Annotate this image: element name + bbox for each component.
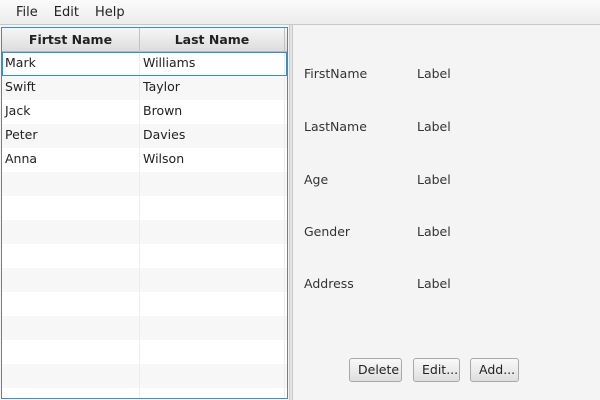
empty-row: [2, 268, 287, 292]
table-header: Firtst Name Last Name: [2, 28, 287, 52]
empty-row: [2, 340, 287, 364]
empty-row: [2, 364, 287, 388]
left-pane: Firtst Name Last Name Mark Williams Swif…: [0, 26, 289, 400]
cell-last-name: Taylor: [140, 76, 285, 100]
table-row[interactable]: Anna Wilson: [2, 148, 287, 172]
cell-first-name: Mark: [2, 52, 140, 76]
empty-row: [2, 196, 287, 220]
column-header-first-name[interactable]: Firtst Name: [2, 28, 140, 52]
split-pane: Firtst Name Last Name Mark Williams Swif…: [0, 25, 600, 400]
value-gender: Label: [417, 224, 451, 239]
cell-last-name: Wilson: [140, 148, 285, 172]
add-button[interactable]: Add...: [470, 358, 519, 382]
cell-first-name: Jack: [2, 100, 140, 124]
label-first-name: FirstName: [304, 66, 368, 81]
cell-first-name: Anna: [2, 148, 140, 172]
empty-row: [2, 244, 287, 268]
delete-button[interactable]: Delete: [349, 358, 402, 382]
cell-first-name: Peter: [2, 124, 140, 148]
table-row[interactable]: Peter Davies: [2, 124, 287, 148]
label-gender: Gender: [304, 224, 351, 239]
cell-last-name: Brown: [140, 100, 285, 124]
empty-row: [2, 292, 287, 316]
value-address: Label: [417, 276, 451, 291]
cell-last-name: Davies: [140, 124, 285, 148]
menu-help[interactable]: Help: [87, 2, 133, 23]
details-pane: FirstName Label LastName Label Age Label…: [293, 25, 600, 400]
edit-button[interactable]: Edit...: [413, 358, 460, 382]
empty-row: [2, 220, 287, 244]
table-row[interactable]: Jack Brown: [2, 100, 287, 124]
table-row[interactable]: Mark Williams: [2, 52, 287, 76]
menu-bar: File Edit Help: [0, 0, 600, 25]
menu-edit[interactable]: Edit: [46, 2, 87, 23]
cell-first-name: Swift: [2, 76, 140, 100]
value-first-name: Label: [417, 66, 451, 81]
cell-last-name: Williams: [140, 52, 285, 76]
label-age: Age: [304, 172, 329, 187]
table-body: Mark Williams Swift Taylor Jack Brown Pe…: [2, 52, 287, 398]
menu-file[interactable]: File: [8, 2, 46, 23]
label-address: Address: [304, 276, 354, 291]
label-last-name: LastName: [304, 119, 367, 134]
table-row[interactable]: Swift Taylor: [2, 76, 287, 100]
empty-row: [2, 172, 287, 196]
column-header-last-name[interactable]: Last Name: [140, 28, 285, 52]
person-table[interactable]: Firtst Name Last Name Mark Williams Swif…: [1, 27, 288, 399]
value-age: Label: [417, 172, 451, 187]
empty-row: [2, 388, 287, 398]
value-last-name: Label: [417, 119, 451, 134]
empty-row: [2, 316, 287, 340]
